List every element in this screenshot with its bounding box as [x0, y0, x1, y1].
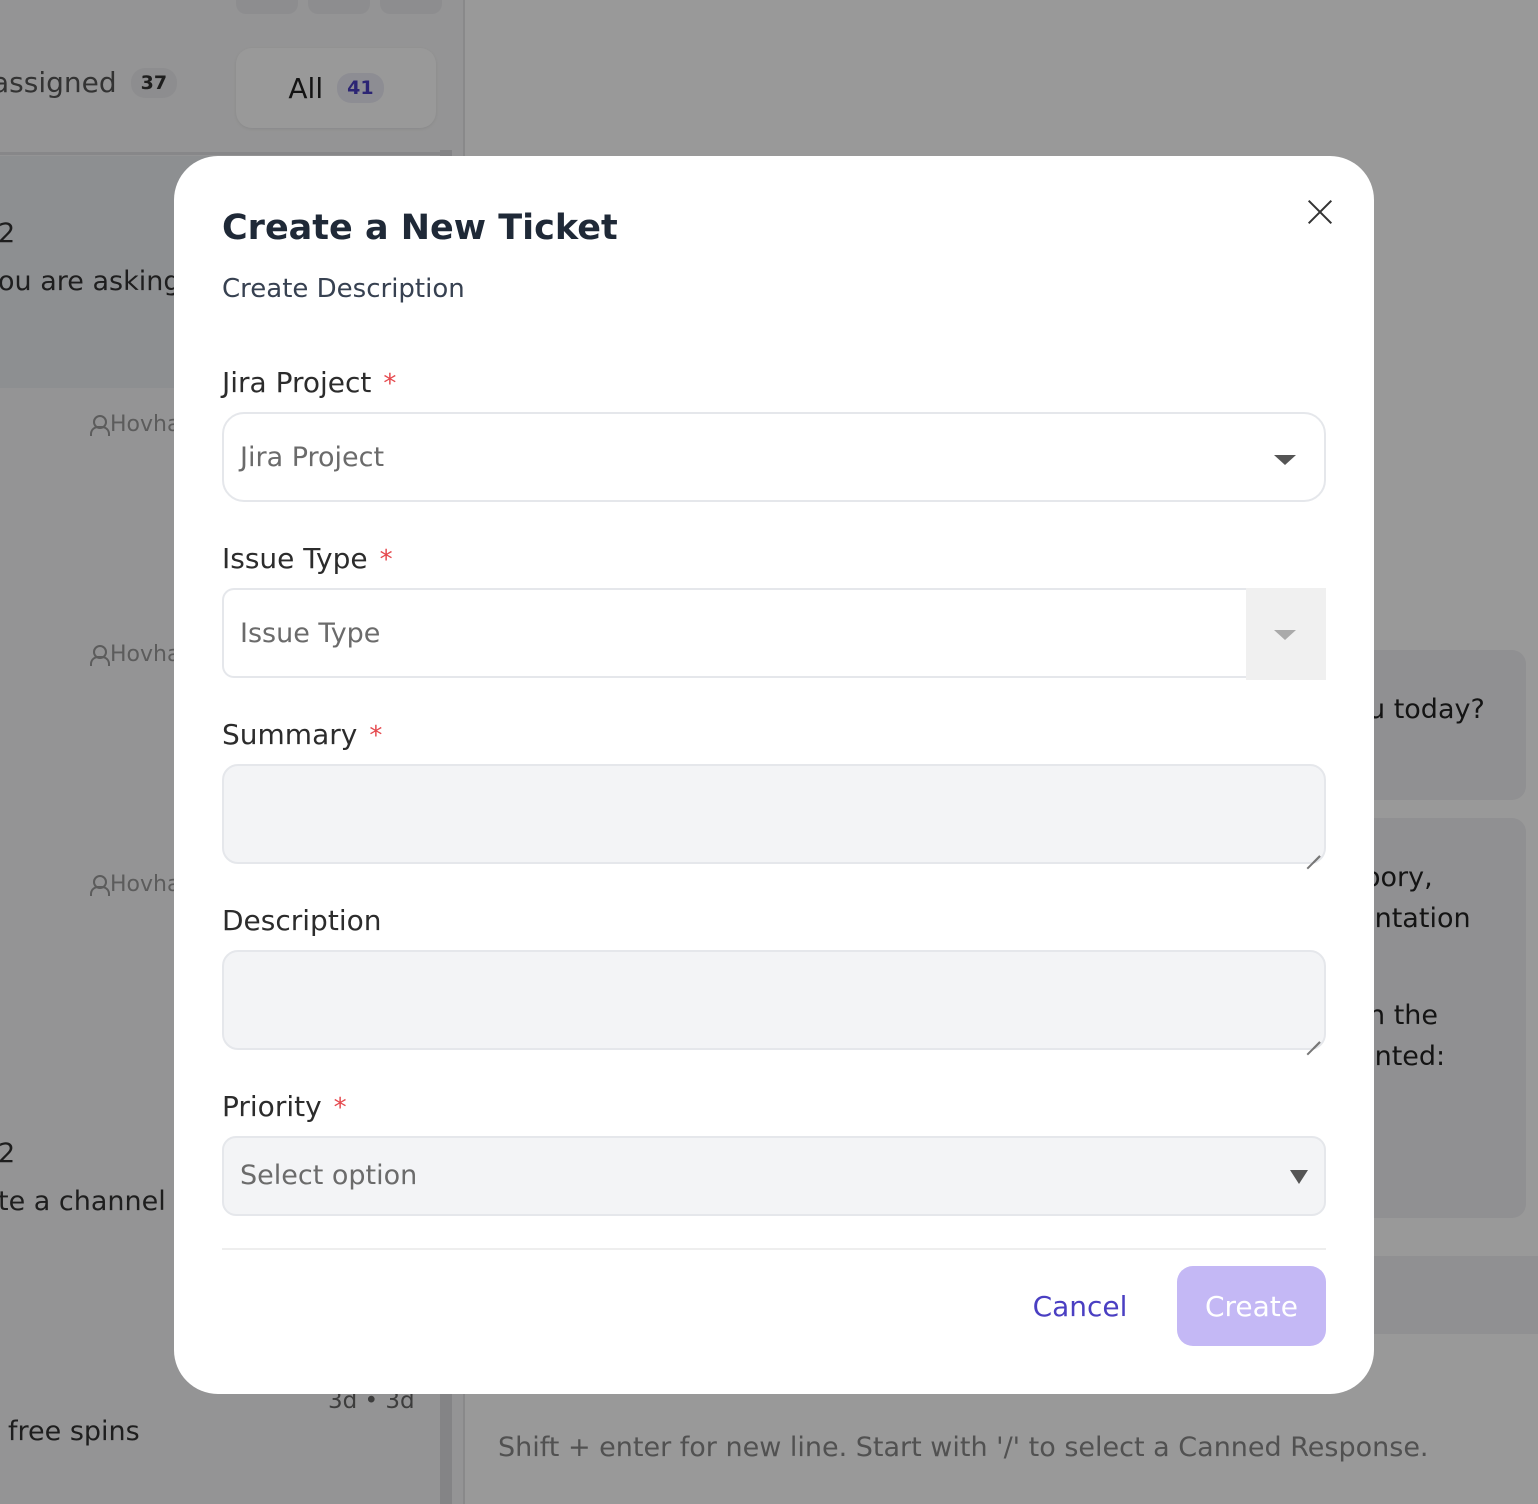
description-textarea[interactable]: [222, 950, 1326, 1050]
priority-select[interactable]: Select option: [222, 1136, 1326, 1216]
required-mark: *: [383, 369, 397, 399]
resize-handle-icon[interactable]: [1304, 842, 1320, 858]
resize-handle-icon[interactable]: [1304, 1028, 1320, 1044]
description-label-text: Description: [222, 904, 382, 937]
caret-down-icon: [1290, 1170, 1308, 1184]
create-ticket-modal: Create a New Ticket Create Description J…: [174, 156, 1374, 1394]
summary-textarea[interactable]: [222, 764, 1326, 864]
chevron-down-icon: [1274, 630, 1296, 640]
required-mark: *: [379, 545, 393, 575]
modal-subtitle: Create Description: [222, 274, 465, 304]
summary-label: Summary *: [222, 718, 382, 751]
issue-type-placeholder: Issue Type: [240, 618, 381, 649]
create-button[interactable]: Create: [1177, 1266, 1326, 1346]
jira-project-placeholder: Jira Project: [240, 442, 385, 473]
required-mark: *: [333, 1093, 347, 1123]
close-icon[interactable]: [1302, 194, 1338, 230]
modal-title: Create a New Ticket: [222, 208, 618, 248]
chevron-down-icon: [1274, 455, 1296, 465]
cancel-button[interactable]: Cancel: [1020, 1266, 1140, 1346]
required-mark: *: [369, 721, 383, 751]
description-label: Description: [222, 904, 381, 937]
issue-type-label: Issue Type *: [222, 542, 393, 575]
issue-type-select[interactable]: Issue Type: [222, 588, 1248, 678]
jira-project-label: Jira Project *: [222, 366, 396, 399]
footer-divider: [222, 1248, 1326, 1250]
issue-type-dropdown-button[interactable]: [1246, 588, 1326, 680]
jira-project-label-text: Jira Project: [222, 366, 372, 399]
priority-placeholder: Select option: [240, 1160, 418, 1191]
issue-type-label-text: Issue Type: [222, 542, 368, 575]
priority-label-text: Priority: [222, 1090, 322, 1123]
jira-project-select[interactable]: Jira Project: [222, 412, 1326, 502]
summary-label-text: Summary: [222, 718, 358, 751]
priority-label: Priority *: [222, 1090, 347, 1123]
